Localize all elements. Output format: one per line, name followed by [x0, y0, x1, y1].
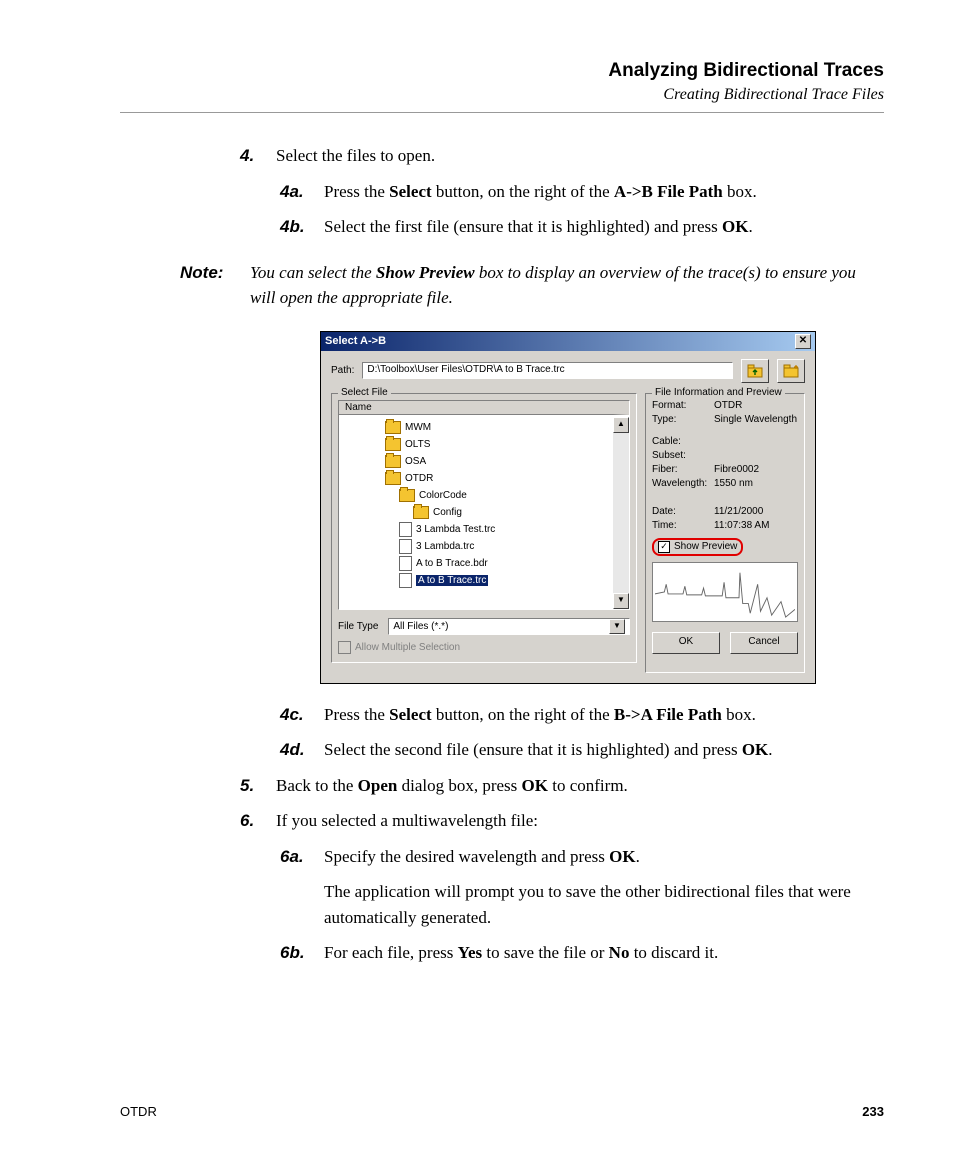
file-icon — [399, 539, 412, 554]
wavelength-value: 1550 nm — [714, 478, 753, 489]
folder-item[interactable]: MWM — [343, 419, 613, 436]
folder-icon — [385, 421, 401, 434]
folder-item[interactable]: OSA — [343, 453, 613, 470]
step-4-text: Select the files to open. — [276, 143, 435, 169]
path-input[interactable]: D:\Toolbox\User Files\OTDR\A to B Trace.… — [362, 362, 733, 379]
allow-multiple-label: Allow Multiple Selection — [355, 642, 460, 653]
format-value: OTDR — [714, 400, 742, 411]
path-label: Path: — [331, 365, 354, 376]
file-item[interactable]: 3 Lambda Test.trc — [343, 521, 613, 538]
folder-item[interactable]: OTDR — [343, 470, 613, 487]
format-label: Format: — [652, 400, 714, 411]
select-file-legend: Select File — [338, 387, 391, 398]
step-6-text: If you selected a multiwavelength file: — [276, 808, 538, 834]
up-folder-icon — [747, 364, 763, 378]
trace-preview — [652, 562, 798, 622]
page-header-subtitle: Creating Bidirectional Trace Files — [120, 86, 884, 104]
new-folder-icon — [783, 364, 799, 378]
time-label: Time: — [652, 520, 714, 531]
wavelength-label: Wavelength: — [652, 478, 714, 489]
file-icon — [399, 522, 412, 537]
fiber-value: Fibre0002 — [714, 464, 759, 475]
step-4b-number: 4b. — [280, 214, 324, 240]
checkbox-icon: ✓ — [658, 541, 670, 553]
date-value: 11/21/2000 — [714, 506, 763, 517]
step-5-number: 5. — [240, 773, 276, 799]
filetype-combo[interactable]: All Files (*.*) ▼ — [388, 618, 630, 635]
folder-icon — [385, 438, 401, 451]
step-4d-text: Select the second file (ensure that it i… — [324, 737, 884, 763]
folder-item[interactable]: OLTS — [343, 436, 613, 453]
type-label: Type: — [652, 414, 714, 425]
subset-label: Subset: — [652, 450, 714, 461]
file-info-legend: File Information and Preview — [652, 387, 785, 398]
step-6a-number: 6a. — [280, 844, 324, 931]
file-icon — [399, 556, 412, 571]
step-6b-number: 6b. — [280, 940, 324, 966]
step-4c-number: 4c. — [280, 702, 324, 728]
step-4d-number: 4d. — [280, 737, 324, 763]
scroll-down-icon[interactable]: ▼ — [613, 593, 629, 609]
folder-item[interactable]: ColorCode — [343, 487, 613, 504]
file-item[interactable]: 3 Lambda.trc — [343, 538, 613, 555]
up-folder-button[interactable] — [741, 359, 769, 383]
cable-label: Cable: — [652, 436, 714, 447]
file-listbox[interactable]: Name MWM OLTS OSA OTDR ColorCode Config … — [338, 400, 630, 610]
step-4c-text: Press the Select button, on the right of… — [324, 702, 884, 728]
name-column-header[interactable]: Name — [339, 401, 629, 415]
step-4b-text: Select the first file (ensure that it is… — [324, 214, 884, 240]
scrollbar[interactable]: ▲ ▼ — [613, 417, 629, 609]
page-number: 233 — [862, 1104, 884, 1119]
step-4-number: 4. — [240, 143, 276, 169]
dialog-title: Select A->B — [325, 335, 386, 347]
fiber-label: Fiber: — [652, 464, 714, 475]
allow-multiple-checkbox — [338, 641, 351, 654]
step-4a-number: 4a. — [280, 179, 324, 205]
step-5-text: Back to the Open dialog box, press OK to… — [276, 773, 628, 799]
step-4a-text: Press the Select button, on the right of… — [324, 179, 884, 205]
show-preview-checkbox[interactable]: ✓ Show Preview — [652, 538, 743, 556]
header-rule — [120, 112, 884, 113]
file-item[interactable]: A to B Trace.bdr — [343, 555, 613, 572]
folder-item[interactable]: Config — [343, 504, 613, 521]
close-icon[interactable]: ✕ — [795, 334, 811, 349]
note-text: You can select the Show Preview box to d… — [250, 260, 884, 311]
select-dialog: Select A->B ✕ Path: D:\Toolbox\User File… — [320, 331, 816, 684]
time-value: 11:07:38 AM — [714, 520, 769, 531]
folder-icon — [385, 455, 401, 468]
filetype-label: File Type — [338, 621, 378, 632]
file-icon — [399, 573, 412, 588]
step-6b-text: For each file, press Yes to save the fil… — [324, 940, 884, 966]
folder-icon — [413, 506, 429, 519]
file-item-selected[interactable]: A to B Trace.trc — [343, 572, 613, 589]
date-label: Date: — [652, 506, 714, 517]
cancel-button[interactable]: Cancel — [730, 632, 798, 654]
folder-icon — [399, 489, 415, 502]
step-6-number: 6. — [240, 808, 276, 834]
scroll-up-icon[interactable]: ▲ — [613, 417, 629, 433]
footer-left: OTDR — [120, 1104, 157, 1119]
step-6a-text: Specify the desired wavelength and press… — [324, 844, 884, 931]
note-label: Note: — [180, 260, 250, 311]
type-value: Single Wavelength — [714, 414, 797, 425]
new-folder-button[interactable] — [777, 359, 805, 383]
page-header-title: Analyzing Bidirectional Traces — [120, 60, 884, 82]
chevron-down-icon[interactable]: ▼ — [609, 619, 625, 634]
ok-button[interactable]: OK — [652, 632, 720, 654]
folder-icon — [385, 472, 401, 485]
